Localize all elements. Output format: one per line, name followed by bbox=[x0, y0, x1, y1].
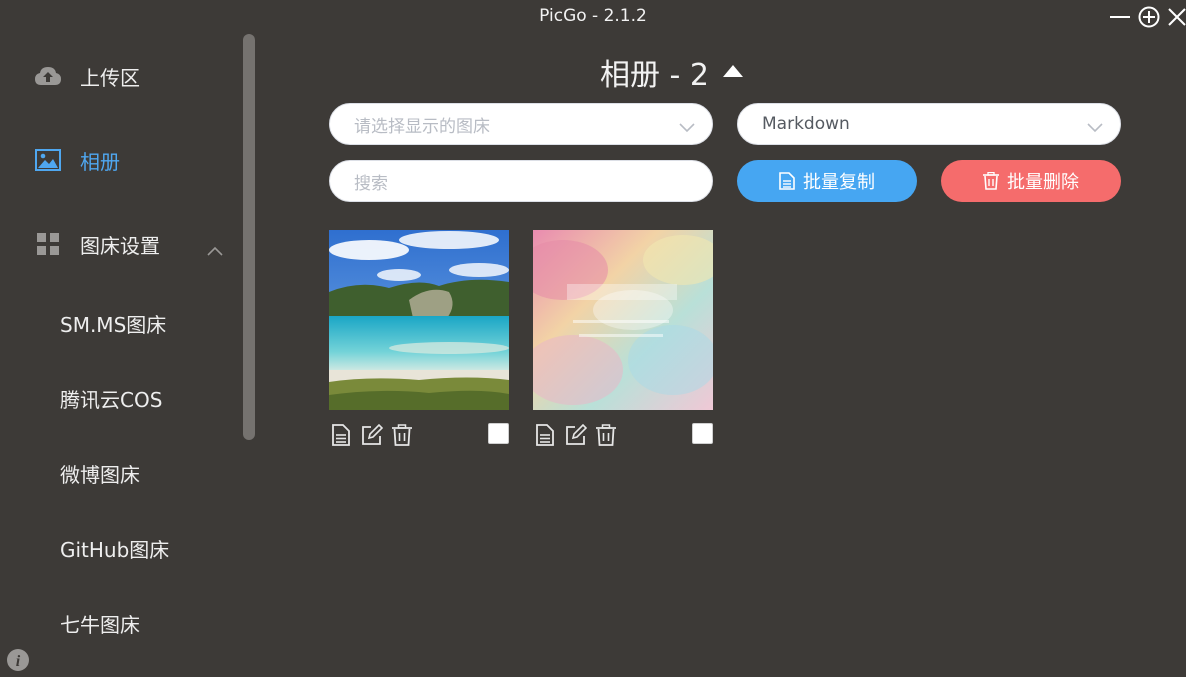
sidebar-item-upload[interactable]: 上传区 bbox=[0, 56, 240, 96]
gallery-title-text: 相册 - 2 bbox=[600, 58, 709, 93]
trash-icon[interactable] bbox=[392, 424, 414, 448]
batch-delete-label: 批量删除 bbox=[1007, 172, 1079, 193]
search-placeholder: 搜索 bbox=[354, 173, 388, 194]
cloud-upload-icon bbox=[34, 62, 62, 90]
sidebar-item-bed-settings[interactable]: 图床设置 bbox=[0, 224, 240, 264]
sidebar: 上传区 相册 图床设置 SM.MS图床 腾讯云COS 微博图床 GitHub图床… bbox=[0, 34, 262, 677]
sidebar-item-label: 上传区 bbox=[80, 65, 140, 90]
info-icon[interactable]: i bbox=[6, 648, 30, 672]
grid-icon bbox=[34, 230, 62, 258]
sidebar-scrollbar[interactable] bbox=[243, 34, 255, 440]
edit-icon[interactable] bbox=[565, 424, 587, 448]
copy-link-icon[interactable] bbox=[331, 424, 353, 448]
svg-text:i: i bbox=[16, 653, 21, 670]
minimize-icon[interactable] bbox=[1108, 5, 1132, 29]
chevron-up-icon bbox=[206, 238, 224, 256]
title-bar: PicGo - 2.1.2 bbox=[0, 0, 1186, 34]
search-input[interactable]: 搜索 bbox=[329, 160, 713, 202]
lake-landscape-thumbnail[interactable] bbox=[329, 230, 509, 410]
gallery-title[interactable]: 相册 - 2 bbox=[600, 50, 840, 94]
sidebar-subitem-weibo[interactable]: 微博图床 bbox=[60, 460, 140, 490]
sidebar-subitem-smms[interactable]: SM.MS图床 bbox=[60, 310, 166, 340]
sidebar-item-label: 图床设置 bbox=[80, 233, 160, 258]
chevron-down-icon bbox=[678, 118, 696, 133]
batch-delete-button[interactable]: 批量删除 bbox=[941, 160, 1121, 202]
format-select-value: Markdown bbox=[762, 114, 850, 134]
trash-icon[interactable] bbox=[596, 424, 618, 448]
chevron-down-icon bbox=[1086, 118, 1104, 133]
sidebar-item-gallery[interactable]: 相册 bbox=[0, 140, 240, 180]
close-icon[interactable] bbox=[1165, 5, 1186, 29]
edit-icon[interactable] bbox=[361, 424, 383, 448]
caret-up-icon bbox=[722, 65, 743, 77]
document-icon bbox=[779, 172, 795, 190]
batch-copy-label: 批量复制 bbox=[803, 172, 875, 193]
bed-select[interactable]: 请选择显示的图床 bbox=[329, 103, 713, 145]
sidebar-subitem-qiniu[interactable]: 七牛图床 bbox=[60, 610, 140, 640]
watercolor-poster-thumbnail[interactable] bbox=[533, 230, 713, 410]
image-checkbox[interactable] bbox=[692, 423, 713, 444]
batch-copy-button[interactable]: 批量复制 bbox=[737, 160, 917, 202]
picture-icon bbox=[34, 146, 62, 174]
image-checkbox[interactable] bbox=[488, 423, 509, 444]
window-title: PicGo - 2.1.2 bbox=[539, 6, 647, 26]
sidebar-item-label: 相册 bbox=[80, 149, 120, 174]
maximize-icon[interactable] bbox=[1137, 5, 1161, 29]
sidebar-subitem-github[interactable]: GitHub图床 bbox=[60, 535, 169, 565]
sidebar-subitem-tencent-cos[interactable]: 腾讯云COS bbox=[60, 385, 162, 415]
format-select[interactable]: Markdown bbox=[737, 103, 1121, 145]
bed-select-placeholder: 请选择显示的图床 bbox=[354, 116, 490, 137]
copy-link-icon[interactable] bbox=[535, 424, 557, 448]
trash-icon bbox=[983, 172, 999, 190]
